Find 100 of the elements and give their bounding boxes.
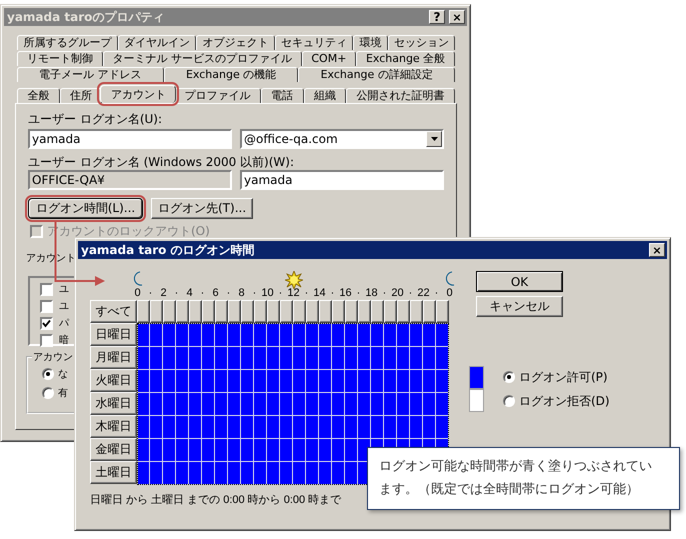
hour-cell[interactable] bbox=[202, 347, 215, 370]
hour-cell[interactable] bbox=[267, 370, 280, 393]
hour-cell[interactable] bbox=[293, 416, 306, 439]
hour-cell[interactable] bbox=[189, 347, 202, 370]
hour-cell[interactable] bbox=[254, 370, 267, 393]
hour-column-button[interactable] bbox=[228, 300, 241, 323]
hour-cell[interactable] bbox=[189, 324, 202, 347]
hour-cell[interactable] bbox=[150, 439, 163, 462]
hour-cell[interactable] bbox=[358, 370, 371, 393]
hour-cell[interactable] bbox=[280, 347, 293, 370]
hour-cell[interactable] bbox=[306, 393, 319, 416]
hour-cell[interactable] bbox=[410, 370, 423, 393]
hour-cell[interactable] bbox=[423, 324, 436, 347]
hour-cell[interactable] bbox=[384, 416, 397, 439]
hour-cell[interactable] bbox=[241, 393, 254, 416]
text-field[interactable]: yamada bbox=[28, 129, 232, 149]
hour-column-button[interactable] bbox=[254, 300, 267, 323]
hour-cell[interactable] bbox=[306, 324, 319, 347]
hour-cell[interactable] bbox=[215, 439, 228, 462]
hour-cell[interactable] bbox=[345, 416, 358, 439]
help-button[interactable]: ? bbox=[429, 10, 445, 24]
hour-cell[interactable] bbox=[319, 370, 332, 393]
hour-cell[interactable] bbox=[384, 370, 397, 393]
button[interactable]: キャンセル bbox=[476, 296, 563, 317]
hour-cell[interactable] bbox=[228, 324, 241, 347]
hour-cell[interactable] bbox=[202, 324, 215, 347]
hour-cell[interactable] bbox=[163, 462, 176, 485]
radio-button[interactable] bbox=[42, 368, 54, 380]
hour-cell[interactable] bbox=[371, 324, 384, 347]
hour-cell[interactable] bbox=[319, 439, 332, 462]
hour-cell[interactable] bbox=[176, 324, 189, 347]
hour-column-button[interactable] bbox=[267, 300, 280, 323]
hour-cell[interactable] bbox=[241, 347, 254, 370]
day-button[interactable]: 金曜日 bbox=[90, 438, 137, 461]
select-all-button[interactable]: すべて bbox=[90, 300, 137, 323]
hour-cell[interactable] bbox=[345, 393, 358, 416]
hour-cell[interactable] bbox=[280, 393, 293, 416]
hour-cell[interactable] bbox=[138, 370, 150, 393]
hour-cell[interactable] bbox=[358, 324, 371, 347]
hour-cell[interactable] bbox=[397, 347, 410, 370]
hour-column-button[interactable] bbox=[306, 300, 319, 323]
hour-column-button[interactable] bbox=[293, 300, 306, 323]
hour-cell[interactable] bbox=[410, 324, 423, 347]
hour-cell[interactable] bbox=[138, 324, 150, 347]
hour-cell[interactable] bbox=[215, 393, 228, 416]
button[interactable]: ログオン先(T)... bbox=[151, 198, 254, 219]
hour-cell[interactable] bbox=[150, 370, 163, 393]
hour-cell[interactable] bbox=[202, 393, 215, 416]
hour-column-button[interactable] bbox=[397, 300, 410, 323]
hour-cell[interactable] bbox=[150, 462, 163, 485]
hour-cell[interactable] bbox=[189, 439, 202, 462]
hour-cell[interactable] bbox=[319, 347, 332, 370]
hour-cell[interactable] bbox=[215, 347, 228, 370]
hour-cell[interactable] bbox=[423, 416, 436, 439]
hour-cell[interactable] bbox=[267, 324, 280, 347]
hour-column-button[interactable] bbox=[163, 300, 176, 323]
hour-column-button[interactable] bbox=[215, 300, 228, 323]
tab[interactable]: アカウント bbox=[100, 85, 176, 103]
hour-column-button[interactable] bbox=[358, 300, 371, 323]
tab[interactable]: 組織 bbox=[304, 88, 346, 103]
domain-dropdown[interactable]: @office-qa.com bbox=[240, 129, 444, 149]
day-button[interactable]: 水曜日 bbox=[90, 392, 137, 415]
hour-column-button[interactable] bbox=[345, 300, 358, 323]
tab[interactable]: 公開された証明書 bbox=[346, 88, 456, 103]
dropdown-button[interactable] bbox=[426, 131, 442, 147]
hour-cell[interactable] bbox=[176, 370, 189, 393]
hour-cell[interactable] bbox=[280, 439, 293, 462]
hour-cell[interactable] bbox=[254, 416, 267, 439]
hour-cell[interactable] bbox=[176, 347, 189, 370]
hour-cell[interactable] bbox=[254, 347, 267, 370]
hour-column-button[interactable] bbox=[176, 300, 189, 323]
hour-cell[interactable] bbox=[176, 393, 189, 416]
hour-cell[interactable] bbox=[228, 462, 241, 485]
hour-cell[interactable] bbox=[150, 393, 163, 416]
hour-cell[interactable] bbox=[319, 416, 332, 439]
hour-cell[interactable] bbox=[189, 370, 202, 393]
hour-cell[interactable] bbox=[306, 347, 319, 370]
hour-cell[interactable] bbox=[345, 462, 358, 485]
hour-column-button[interactable] bbox=[202, 300, 215, 323]
hour-cell[interactable] bbox=[397, 416, 410, 439]
hour-cell[interactable] bbox=[138, 439, 150, 462]
hour-cell[interactable] bbox=[267, 439, 280, 462]
hour-cell[interactable] bbox=[241, 370, 254, 393]
tab[interactable]: Exchange の機能 bbox=[164, 67, 298, 82]
hour-cell[interactable] bbox=[254, 439, 267, 462]
hour-cell[interactable] bbox=[215, 462, 228, 485]
hour-cell[interactable] bbox=[436, 416, 449, 439]
hour-cell[interactable] bbox=[345, 439, 358, 462]
hour-cell[interactable] bbox=[436, 370, 449, 393]
hour-cell[interactable] bbox=[332, 439, 345, 462]
hour-cell[interactable] bbox=[384, 324, 397, 347]
hour-column-button[interactable] bbox=[280, 300, 293, 323]
tab[interactable]: 所属するグループ bbox=[17, 35, 118, 50]
tab[interactable]: セッション bbox=[388, 35, 455, 50]
hour-cell[interactable] bbox=[280, 462, 293, 485]
hour-cell[interactable] bbox=[254, 324, 267, 347]
text-field[interactable]: yamada bbox=[240, 170, 444, 190]
hour-cell[interactable] bbox=[254, 462, 267, 485]
hour-cell[interactable] bbox=[280, 324, 293, 347]
hour-cell[interactable] bbox=[138, 416, 150, 439]
